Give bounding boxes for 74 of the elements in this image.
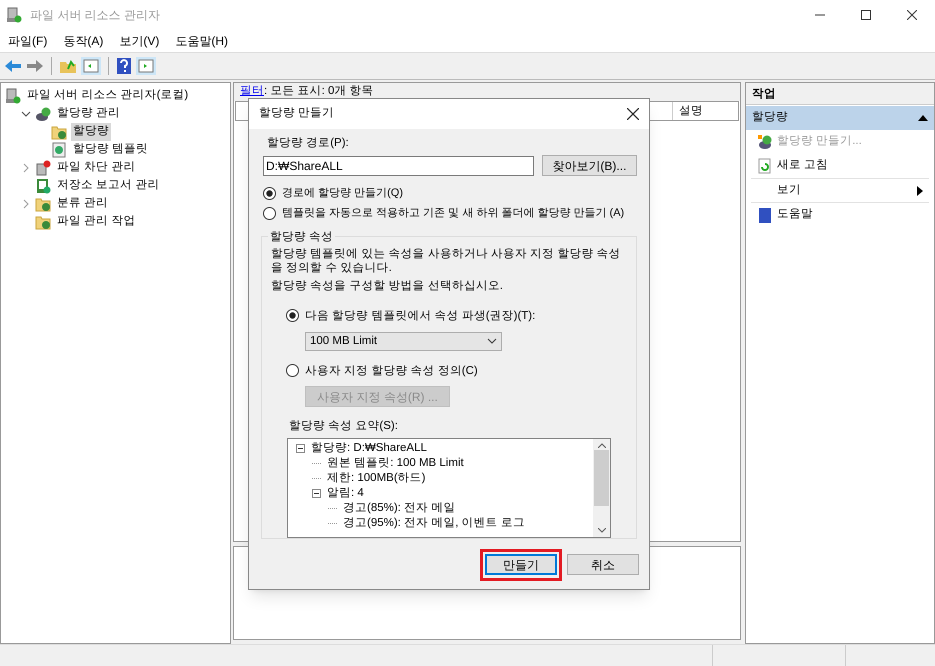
- actions-header: 작업: [746, 83, 934, 105]
- dialog-button[interactable]: 만들기: [485, 554, 557, 576]
- collapse-box-icon[interactable]: [296, 444, 305, 454]
- submenu-arrow-icon: [917, 186, 923, 196]
- back-arrow-icon: [4, 58, 22, 74]
- window-title: 파일 서버 리소스 관리자: [30, 7, 160, 24]
- folder-chart-icon: [35, 214, 51, 230]
- disk-chart-icon: [35, 106, 51, 122]
- folder-up-icon: [59, 58, 77, 74]
- chevron-down-icon: [487, 338, 497, 344]
- folder-chart-icon: [35, 196, 51, 212]
- scrollbar[interactable]: [593, 439, 610, 538]
- tree-item[interactable]: 파일 관리 작업: [55, 213, 138, 231]
- disk-chart-icon: [757, 134, 773, 150]
- tree-item[interactable]: 파일 차단 관리: [55, 159, 138, 177]
- collapse-box-icon[interactable]: [312, 489, 321, 498]
- server-icon: [5, 88, 21, 104]
- radio-unselected[interactable]: [263, 207, 276, 220]
- action-item[interactable]: 도움말: [777, 206, 923, 224]
- radio-label[interactable]: 다음 할당량 템플릿에서 속성 파생(권장)(T):: [305, 308, 536, 325]
- close-icon: [627, 108, 639, 120]
- section-title: 할당량: [752, 110, 788, 126]
- pane-toggle-icon: [136, 57, 156, 75]
- collapse-triangle-icon: [918, 115, 928, 121]
- field-label: 할당량 경로(P):: [267, 136, 350, 151]
- radio-label[interactable]: 템플릿을 자동으로 적용하고 기존 및 새 하위 폴더에 할당량 만들기 (A): [282, 206, 637, 220]
- filter-status: : 모든 표시: 0개 항목: [264, 84, 374, 100]
- summary-item: 경고(95%): 전자 메일, 이벤트 로그: [343, 516, 525, 532]
- tree-item[interactable]: 할당량 템플릿: [71, 141, 150, 159]
- maximize-icon: [861, 10, 871, 20]
- description-text: 할당량 템플릿에 있는 속성을 사용하거나 사용자 지정 할당량 속성을 정의할 수 있습니다.: [271, 247, 622, 276]
- tree-item[interactable]: 분류 관리: [55, 195, 110, 213]
- radio-label[interactable]: 경로에 할당량 만들기(Q): [282, 186, 637, 200]
- pane-toggle-icon: [81, 57, 101, 75]
- tree-item[interactable]: 저장소 보고서 관리: [55, 177, 162, 195]
- folder-chart-icon: [51, 124, 67, 140]
- tree-item[interactable]: 파일 서버 리소스 관리자(로컬): [25, 87, 190, 105]
- field-label: 할당량 속성 요약(S):: [289, 419, 399, 434]
- filter-link[interactable]: 필터: [240, 83, 264, 101]
- summary-item: 경고(85%): 전자 메일: [343, 501, 456, 516]
- dialog-title: 할당량 만들기: [259, 106, 334, 122]
- scroll-up-icon: [598, 443, 606, 448]
- summary-item: 알림: 4: [327, 486, 364, 502]
- tree-item[interactable]: 할당량: [71, 123, 111, 141]
- action-item[interactable]: 보기: [777, 182, 917, 200]
- close-icon: [907, 10, 917, 20]
- menu-item[interactable]: 파일(F): [2, 32, 54, 50]
- template-dropdown[interactable]: 100 MB Limit: [305, 332, 502, 351]
- expanded-chevron-icon[interactable]: [21, 109, 31, 119]
- summary-item: 제한: 100MB(하드): [327, 471, 426, 486]
- action-item[interactable]: 새로 고침: [777, 157, 923, 175]
- menu-item[interactable]: 동작(A): [57, 32, 110, 50]
- collapsed-chevron-icon[interactable]: [21, 199, 31, 209]
- summary-item: 할당량: D:₩ShareALL: [311, 441, 427, 456]
- report-icon: [35, 178, 51, 194]
- template-icon: [51, 142, 67, 158]
- menu-item[interactable]: 보기(V): [113, 32, 166, 50]
- radio-selected[interactable]: [263, 187, 276, 200]
- forward-arrow-icon: [26, 58, 44, 74]
- browse-button[interactable]: 찾아보기(B)...: [542, 155, 637, 176]
- column-header[interactable]: 설명: [672, 102, 738, 120]
- refresh-icon: [757, 158, 773, 174]
- path-input[interactable]: D:₩ShareALL: [263, 156, 534, 176]
- radio-selected[interactable]: [286, 308, 299, 322]
- server-icon: [6, 7, 22, 23]
- blocked-server-icon: [35, 160, 51, 176]
- dialog-button[interactable]: 취소: [567, 554, 639, 576]
- collapsed-chevron-icon[interactable]: [21, 163, 31, 173]
- tree-item[interactable]: 할당량 관리: [55, 105, 122, 123]
- actions-section[interactable]: 할당량: [746, 106, 934, 130]
- instruction-text: 할당량 속성을 구성할 방법을 선택하십시오.: [271, 279, 504, 294]
- menu-item[interactable]: 도움말(H): [169, 32, 234, 50]
- scroll-down-icon: [598, 528, 606, 534]
- summary-item: 원본 템플릿: 100 MB Limit: [327, 456, 464, 472]
